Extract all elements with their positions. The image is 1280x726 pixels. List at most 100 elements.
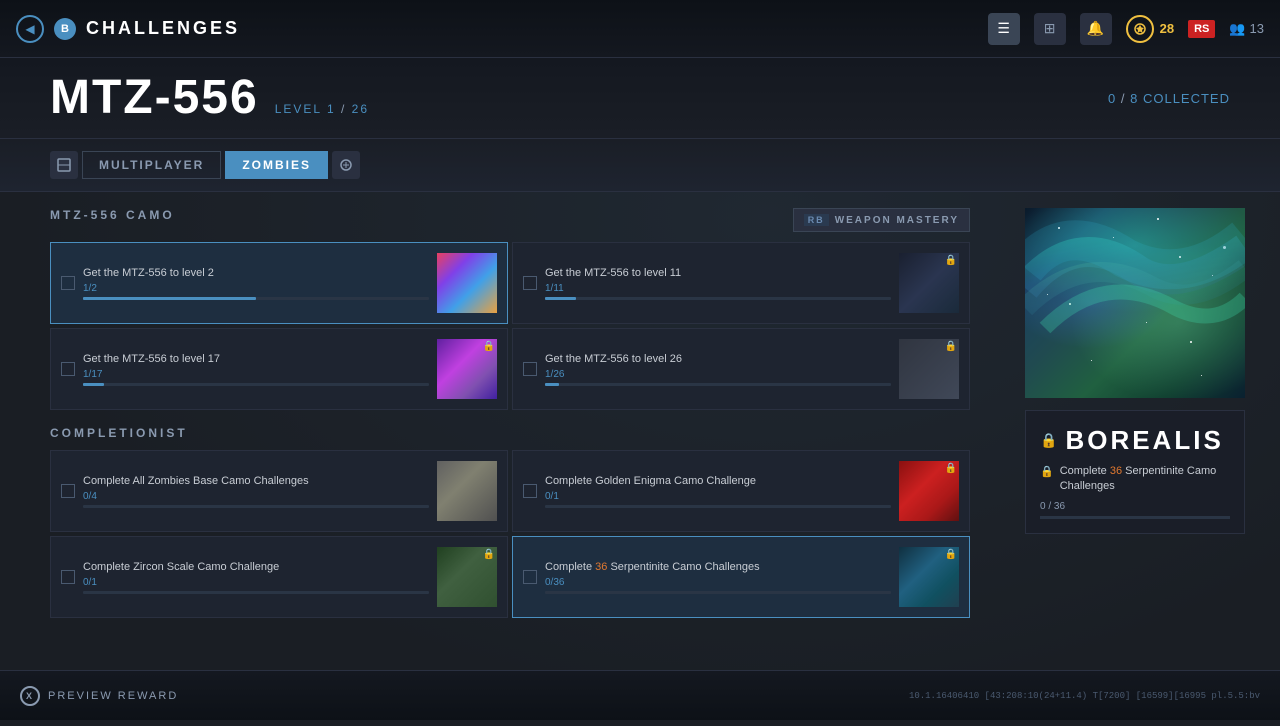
challenge-label: Get the MTZ-556 to level 26 bbox=[545, 353, 891, 365]
challenge-label: Complete All Zombies Base Camo Challenge… bbox=[83, 475, 429, 487]
challenge-thumb: 🔒 bbox=[437, 547, 497, 607]
challenge-thumb bbox=[437, 253, 497, 313]
rs-badge: RS bbox=[1188, 20, 1215, 38]
challenge-checkbox bbox=[61, 570, 75, 584]
challenge-progress: 0/36 bbox=[545, 577, 891, 588]
weapon-mastery-button[interactable]: RB WEAPON MASTERY bbox=[793, 208, 970, 232]
borealis-progress-bar bbox=[1040, 516, 1230, 519]
challenge-text: Get the MTZ-556 to level 11 1/11 bbox=[545, 267, 891, 300]
footer-left: X PREVIEW REWARD bbox=[20, 686, 178, 706]
camo-section-title: MTZ-556 CAMO bbox=[50, 208, 175, 222]
progress-bar-fill bbox=[83, 297, 256, 300]
challenge-text: Complete Golden Enigma Camo Challenge 0/… bbox=[545, 475, 891, 508]
lock-icon: 🔒 bbox=[945, 255, 957, 266]
lock-icon: 🔒 bbox=[945, 341, 957, 352]
back-button[interactable]: ◀ bbox=[16, 15, 44, 43]
challenge-label: Get the MTZ-556 to level 11 bbox=[545, 267, 891, 279]
challenge-text: Get the MTZ-556 to level 2 1/2 bbox=[83, 267, 429, 300]
right-panel: 🔒 BOREALIS 🔒 Complete 36 Serpentinite Ca… bbox=[990, 192, 1280, 726]
borealis-title-row: 🔒 BOREALIS bbox=[1040, 425, 1230, 456]
back-icon: ◀ bbox=[25, 22, 34, 36]
challenge-thumb: 🔒 bbox=[899, 339, 959, 399]
challenge-thumb: 🔒 bbox=[899, 253, 959, 313]
challenge-item[interactable]: Get the MTZ-556 to level 11 1/11 🔒 bbox=[512, 242, 970, 324]
base-challenges-grid: Get the MTZ-556 to level 2 1/2 Get the M… bbox=[50, 242, 970, 410]
footer: X PREVIEW REWARD 10.1.16406410 [43:208:1… bbox=[0, 670, 1280, 720]
challenge-item[interactable]: Complete Zircon Scale Camo Challenge 0/1… bbox=[50, 536, 508, 618]
tab-icon-left[interactable] bbox=[50, 151, 78, 179]
challenge-checkbox bbox=[61, 484, 75, 498]
challenge-item[interactable]: Complete All Zombies Base Camo Challenge… bbox=[50, 450, 508, 532]
progress-bar-bg bbox=[545, 383, 891, 386]
debug-info: 10.1.16406410 [43:208:10(24+11.4) T[7200… bbox=[909, 691, 1260, 701]
tab-zombies[interactable]: ZOMBIES bbox=[225, 151, 328, 179]
borealis-lock-icon: 🔒 bbox=[1040, 432, 1057, 449]
rb-label: RB bbox=[804, 214, 829, 226]
challenge-item[interactable]: Get the MTZ-556 to level 17 1/17 🔒 bbox=[50, 328, 508, 410]
lock-icon: 🔒 bbox=[483, 341, 495, 352]
weapon-name: MTZ-556 bbox=[50, 74, 259, 122]
weapon-mastery-label: WEAPON MASTERY bbox=[835, 215, 959, 226]
camo-background bbox=[1025, 208, 1245, 398]
grid-icon: ⊞ bbox=[1044, 20, 1056, 37]
menu-icon-button[interactable]: ☰ bbox=[988, 13, 1020, 45]
challenge-item[interactable]: Complete 36 Serpentinite Camo Challenges… bbox=[512, 536, 970, 618]
collected-info: 0 / 8 COLLECTED bbox=[1108, 91, 1230, 106]
challenge-checkbox bbox=[61, 276, 75, 290]
header-right: ☰ ⊞ 🔔 28 RS 👥 13 bbox=[988, 13, 1264, 45]
progress-bar-bg bbox=[545, 591, 891, 594]
borealis-title: BOREALIS bbox=[1065, 425, 1223, 456]
challenge-item[interactable]: Get the MTZ-556 to level 26 1/26 🔒 bbox=[512, 328, 970, 410]
weapon-name-group: MTZ-556 LEVEL 1 / 26 bbox=[50, 74, 369, 122]
xp-badge: 28 bbox=[1126, 15, 1174, 43]
tab-multiplayer[interactable]: MULTIPLAYER bbox=[82, 151, 221, 179]
thumb-stone bbox=[437, 461, 497, 521]
challenge-progress: 1/26 bbox=[545, 369, 891, 380]
progress-bar-bg bbox=[83, 383, 429, 386]
progress-bar-fill bbox=[545, 297, 576, 300]
challenge-thumb: 🔒 bbox=[437, 339, 497, 399]
challenge-thumb: 🔒 bbox=[899, 461, 959, 521]
players-badge: 👥 13 bbox=[1229, 21, 1264, 37]
aurora-svg bbox=[1025, 208, 1245, 398]
challenge-checkbox bbox=[523, 484, 537, 498]
challenge-item[interactable]: Get the MTZ-556 to level 2 1/2 bbox=[50, 242, 508, 324]
tabs-bar: MULTIPLAYER ZOMBIES bbox=[0, 139, 1280, 192]
challenge-checkbox bbox=[523, 276, 537, 290]
grid-icon-button[interactable]: ⊞ bbox=[1034, 13, 1066, 45]
progress-bar-fill bbox=[545, 383, 559, 386]
tab-icon-right[interactable] bbox=[332, 151, 360, 179]
borealis-info: 🔒 BOREALIS 🔒 Complete 36 Serpentinite Ca… bbox=[1025, 410, 1245, 534]
progress-bar-fill bbox=[83, 383, 104, 386]
x-button[interactable]: X bbox=[20, 686, 40, 706]
borealis-challenge-text: Complete 36 Serpentinite Camo Challenges bbox=[1060, 464, 1230, 495]
progress-bar-bg bbox=[83, 505, 429, 508]
header-title: CHALLENGES bbox=[86, 18, 240, 39]
challenge-text: Get the MTZ-556 to level 17 1/17 bbox=[83, 353, 429, 386]
challenge-progress: 1/17 bbox=[83, 369, 429, 380]
progress-bar-bg bbox=[83, 297, 429, 300]
completionist-section-title: COMPLETIONIST bbox=[50, 426, 970, 440]
players-count: 13 bbox=[1250, 21, 1264, 36]
progress-bar-bg bbox=[83, 591, 429, 594]
header: ◀ B CHALLENGES ☰ ⊞ 🔔 28 RS 👥 13 bbox=[0, 0, 1280, 58]
xp-circle bbox=[1126, 15, 1154, 43]
preview-reward-label: PREVIEW REWARD bbox=[48, 690, 178, 702]
challenge-text: Complete 36 Serpentinite Camo Challenges… bbox=[545, 561, 891, 594]
challenge-label: Complete 36 Serpentinite Camo Challenges bbox=[545, 561, 891, 573]
challenge-label: Complete Golden Enigma Camo Challenge bbox=[545, 475, 891, 487]
challenge-label: Complete Zircon Scale Camo Challenge bbox=[83, 561, 429, 573]
progress-bar-bg bbox=[545, 505, 891, 508]
lock-icon: 🔒 bbox=[483, 549, 495, 560]
main-content: MTZ-556 CAMO RB WEAPON MASTERY Get the M… bbox=[0, 192, 1280, 726]
challenge-checkbox bbox=[523, 570, 537, 584]
challenge-checkbox bbox=[523, 362, 537, 376]
progress-bar-bg bbox=[545, 297, 891, 300]
players-icon: 👥 bbox=[1229, 21, 1245, 37]
challenge-text: Complete All Zombies Base Camo Challenge… bbox=[83, 475, 429, 508]
left-panel: MTZ-556 CAMO RB WEAPON MASTERY Get the M… bbox=[0, 192, 990, 726]
bell-icon-button[interactable]: 🔔 bbox=[1080, 13, 1112, 45]
challenge-item[interactable]: Complete Golden Enigma Camo Challenge 0/… bbox=[512, 450, 970, 532]
xp-value: 28 bbox=[1160, 21, 1174, 36]
lock-icon: 🔒 bbox=[945, 463, 957, 474]
